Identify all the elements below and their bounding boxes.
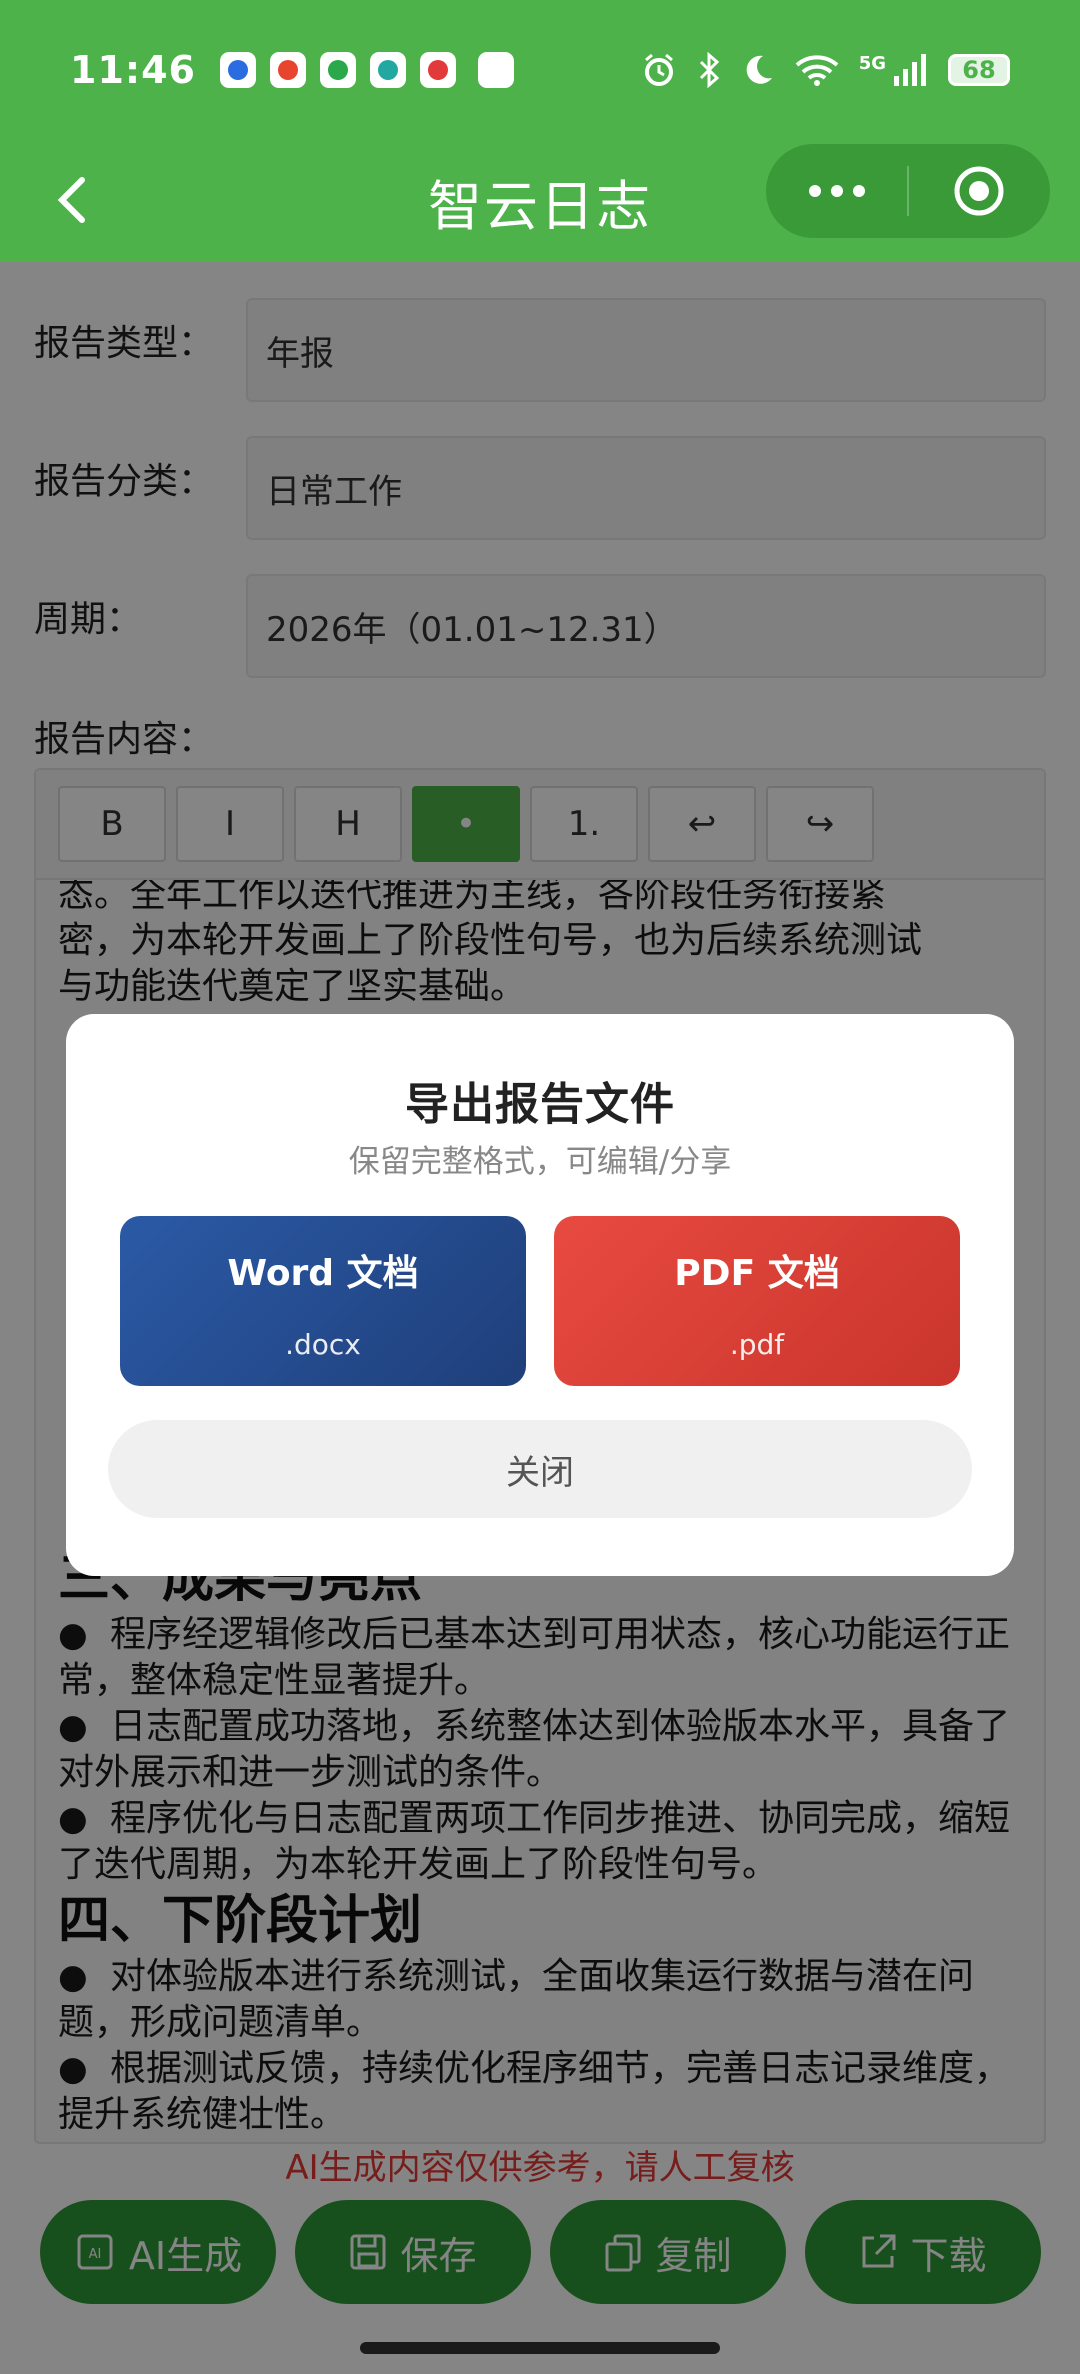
system-icons: 5G 68 (641, 52, 1010, 88)
word-label: Word 文档 (227, 1253, 419, 1294)
baidu-app-icon (219, 52, 256, 88)
nav-header: 智云日志 (0, 140, 1080, 262)
more-button[interactable] (766, 144, 907, 238)
pdf-label: PDF 文档 (674, 1253, 840, 1294)
network-label: 5G (858, 52, 886, 74)
mini-program-capsule (766, 144, 1050, 238)
export-pdf-button[interactable]: PDF 文档 .pdf (554, 1216, 960, 1386)
more-dots-icon (808, 185, 865, 197)
top-bar: 11:46 5G 68 智云日志 (0, 0, 1080, 262)
signal-icon (894, 54, 926, 86)
close-dialog-button[interactable]: 关闭 (108, 1420, 972, 1518)
shopping-app-icon (269, 52, 306, 88)
moon-icon (746, 55, 772, 84)
pdf-extension: .pdf (729, 1328, 785, 1361)
bluetooth-icon (699, 52, 719, 88)
notification-icons (219, 52, 514, 88)
export-word-button[interactable]: Word 文档 .docx (120, 1216, 526, 1386)
game-app-icon (419, 52, 456, 88)
status-bar: 11:46 5G 68 (0, 0, 1080, 140)
word-extension: .docx (285, 1328, 361, 1361)
back-icon[interactable] (44, 170, 104, 230)
dialog-title: 导出报告文件 (405, 1079, 675, 1130)
leaf-app-icon (369, 52, 406, 88)
export-dialog: 导出报告文件 保留完整格式，可编辑/分享 Word 文档 .docx PDF 文… (66, 1014, 1014, 1576)
target-circle-icon (954, 166, 1004, 216)
wifi-icon (795, 55, 839, 86)
page-title: 智云日志 (428, 174, 652, 238)
battery-indicator: 68 (948, 54, 1010, 86)
battery-level: 68 (962, 56, 996, 84)
video-app-icon (319, 52, 356, 88)
dialog-subtitle: 保留完整格式，可编辑/分享 (348, 1144, 732, 1180)
close-program-button[interactable] (909, 144, 1050, 238)
more-notifications-icon (477, 52, 514, 88)
status-time: 11:46 (70, 48, 196, 92)
alarm-icon (644, 53, 673, 86)
